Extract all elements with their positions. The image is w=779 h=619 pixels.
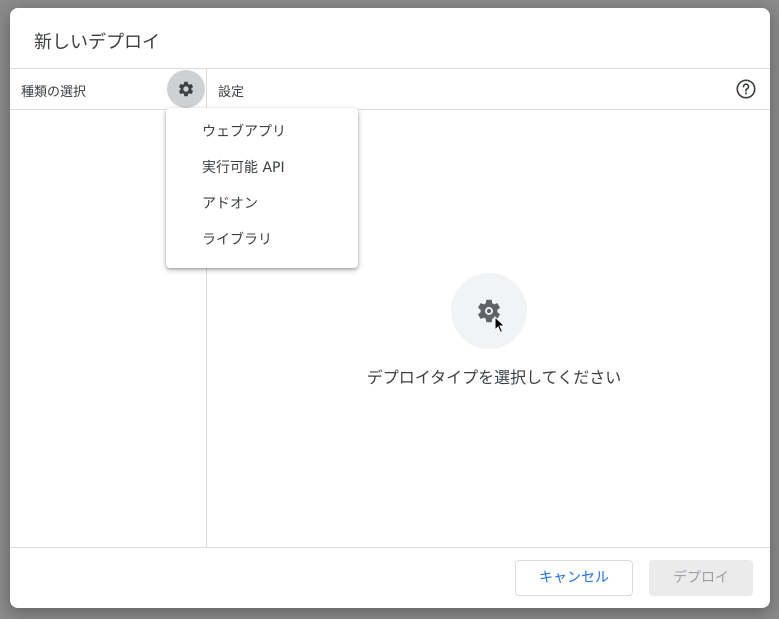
cancel-button[interactable]: キャンセル — [515, 560, 633, 596]
deploy-button[interactable]: デプロイ — [649, 560, 753, 596]
gear-icon — [178, 81, 194, 97]
type-selection-label: 種類の選択 — [21, 85, 87, 100]
empty-state-icon-circle — [451, 273, 527, 349]
help-button[interactable] — [734, 77, 758, 101]
menu-item-library[interactable]: ライブラリ — [166, 222, 358, 258]
deployment-type-menu: ウェブアプリ 実行可能 API アドオン ライブラリ — [166, 108, 358, 268]
dialog-title: 新しいデプロイ — [34, 32, 160, 53]
new-deployment-dialog: 新しいデプロイ 種類の選択 設定 ウェブアプリ 実行可能 API アドオン ライ… — [10, 8, 770, 608]
select-type-button[interactable] — [167, 70, 205, 108]
help-icon — [736, 79, 756, 99]
menu-item-api-executable[interactable]: 実行可能 API — [166, 150, 358, 186]
mouse-cursor — [494, 316, 506, 334]
panel-header-divider — [10, 109, 770, 110]
menu-item-web-app[interactable]: ウェブアプリ — [166, 114, 358, 150]
footer-divider — [10, 547, 770, 548]
empty-state-message: デプロイタイプを選択してください — [366, 368, 622, 387]
type-selection-header: 種類の選択 — [10, 69, 206, 109]
settings-label: 設定 — [218, 85, 245, 100]
menu-item-add-on[interactable]: アドオン — [166, 186, 358, 222]
